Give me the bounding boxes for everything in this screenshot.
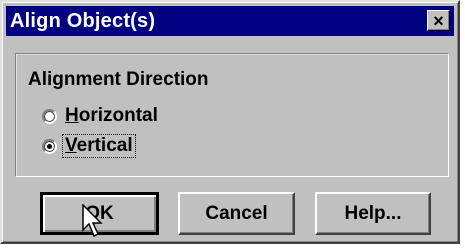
- radio-button-horizontal[interactable]: [42, 108, 57, 124]
- radio-label-vertical[interactable]: Vertical: [62, 134, 136, 158]
- cancel-button[interactable]: Cancel: [178, 192, 295, 235]
- close-icon: ×: [433, 10, 444, 31]
- close-button[interactable]: ×: [427, 10, 450, 31]
- help-button[interactable]: Help...: [315, 192, 431, 235]
- title-bar[interactable]: Align Object(s) ×: [6, 6, 454, 36]
- radio-label-horizontal[interactable]: Horizontal: [63, 105, 160, 127]
- radio-button-vertical[interactable]: [42, 138, 57, 154]
- window-title: Align Object(s): [10, 10, 156, 32]
- radio-vertical[interactable]: Vertical: [42, 134, 136, 158]
- arrow-pointer-icon: [82, 204, 103, 238]
- group-title: Alignment Direction: [28, 69, 209, 90]
- radio-horizontal[interactable]: Horizontal: [42, 105, 160, 127]
- align-objects-dialog: Align Object(s) × Alignment Direction Ho…: [0, 0, 460, 244]
